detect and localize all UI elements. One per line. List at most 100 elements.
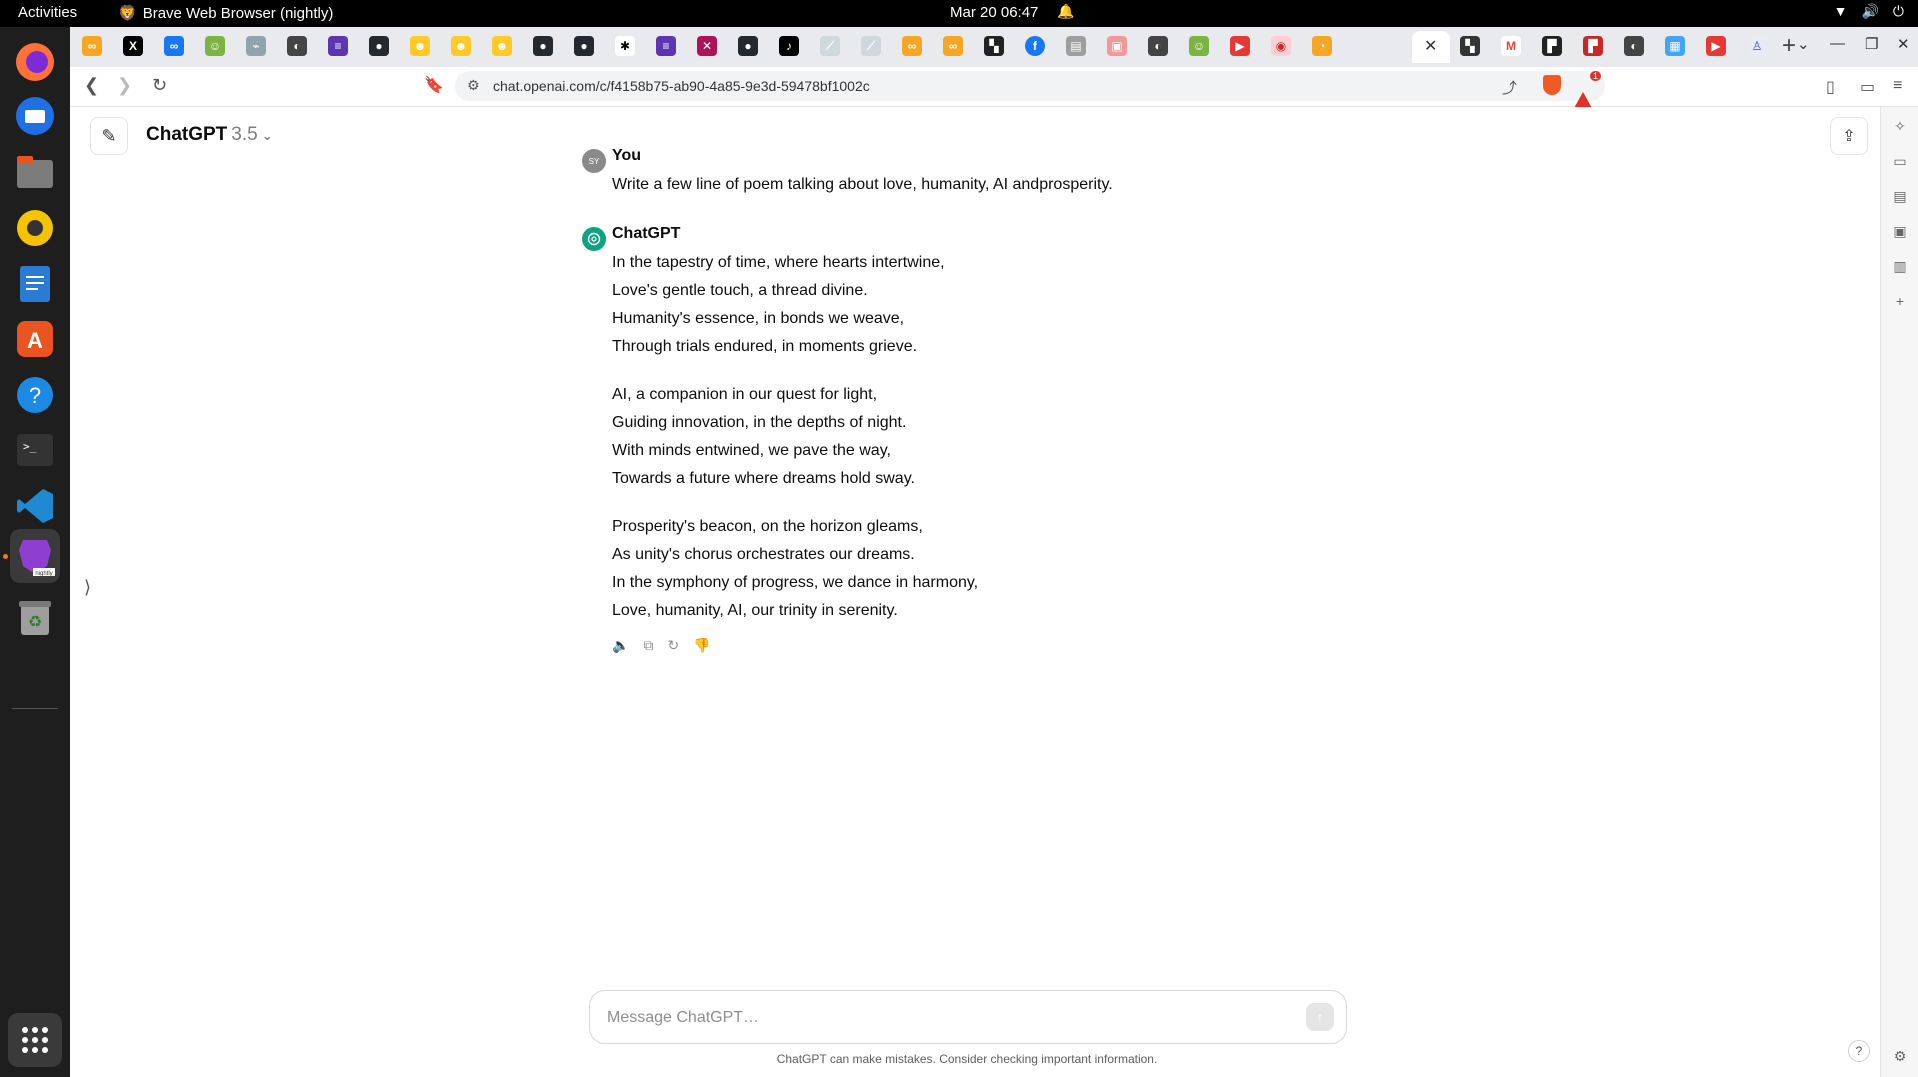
tab-x-icon[interactable]: X	[123, 36, 143, 56]
share-chat-button[interactable]: ⇪	[1830, 117, 1868, 155]
tab-facebook-icon[interactable]: f	[1025, 36, 1045, 56]
tab-meta-icon[interactable]: ∞	[164, 36, 184, 56]
brave-rewards-icon[interactable]: 1	[1573, 71, 1601, 110]
tab-favicon-icon[interactable]: ≡	[328, 36, 348, 56]
trash-icon[interactable]: ♻	[10, 592, 60, 642]
share-icon[interactable]: ⤴	[1502, 77, 1517, 98]
tab-favicon-icon[interactable]: ◉	[1271, 36, 1291, 56]
poem-line: Humanity's essence, in bonds we weave,	[612, 310, 905, 327]
tab-favicon-icon[interactable]: ⟋	[861, 36, 881, 56]
tab-favicon-icon[interactable]: ▦	[1665, 36, 1685, 56]
firefox-icon[interactable]	[10, 37, 60, 87]
reading-list-icon[interactable]: ▥	[1891, 257, 1909, 275]
help-button[interactable]: ?	[1848, 1040, 1870, 1062]
thunderbird-icon[interactable]	[10, 91, 60, 141]
tab-favicon-icon[interactable]: ✱	[615, 36, 635, 56]
settings-gear-icon[interactable]: ⚙	[1891, 1047, 1909, 1065]
activities-button[interactable]: Activities	[18, 4, 77, 21]
tab-github-icon[interactable]: ●	[574, 36, 594, 56]
sidebar-toggle-icon[interactable]: ▯	[1826, 77, 1835, 97]
tab-favicon-icon[interactable]: ♙	[1747, 36, 1767, 56]
tab-favicon-icon[interactable]: ∞	[943, 36, 963, 56]
brave-shields-icon[interactable]	[1543, 75, 1561, 95]
read-aloud-icon[interactable]: 🔈	[612, 637, 629, 654]
tab-youtube-icon[interactable]: ▶	[1230, 36, 1250, 56]
tab-favicon-icon[interactable]: ✕	[697, 36, 717, 56]
regenerate-icon[interactable]: ↻	[667, 637, 679, 654]
tab-tiktok-icon[interactable]: ♪	[779, 36, 799, 56]
tab-github-icon[interactable]: ●	[533, 36, 553, 56]
new-chat-button[interactable]: ✎	[90, 117, 128, 155]
tab-github-icon[interactable]: ●	[369, 36, 389, 56]
forward-icon[interactable]: ❯	[117, 75, 132, 96]
app-center-icon[interactable]: A	[10, 314, 60, 364]
terminal-icon[interactable]: >_	[10, 425, 60, 475]
minimize-icon[interactable]: —	[1830, 35, 1845, 52]
new-tab-icon[interactable]: +	[1782, 32, 1796, 60]
tab-youtube-icon[interactable]: ▶	[1706, 36, 1726, 56]
tab-favicon-icon[interactable]: ∞	[902, 36, 922, 56]
clock[interactable]: Mar 20 06:47	[950, 4, 1038, 21]
open-sidebar-icon[interactable]: ⟩	[84, 577, 91, 598]
menu-icon[interactable]: ≡	[1893, 77, 1902, 95]
tab-favicon-icon[interactable]: ☺	[205, 36, 225, 56]
copy-icon[interactable]: ⧉	[643, 637, 653, 654]
back-icon[interactable]: ❮	[84, 75, 99, 96]
tab-favicon-icon[interactable]: ▤	[1066, 36, 1086, 56]
tab-favicon-icon[interactable]: ▚	[1460, 36, 1480, 56]
notification-bell-icon[interactable]: 🔔	[1057, 3, 1074, 20]
tab-favicon-icon[interactable]: ◔	[1312, 36, 1332, 56]
restore-icon[interactable]: ❐	[1865, 35, 1878, 53]
tab-gmail-icon[interactable]: M	[1501, 36, 1521, 56]
thumbs-down-icon[interactable]: 👎	[693, 637, 710, 654]
tab-huggingface-icon[interactable]: ☻	[451, 36, 471, 56]
help-icon[interactable]: ?	[10, 370, 60, 420]
add-sidebar-item-icon[interactable]: +	[1891, 292, 1909, 310]
files-icon[interactable]	[10, 147, 60, 197]
tab-list-chevron-icon[interactable]: ⌄	[1797, 35, 1810, 53]
close-tab-icon[interactable]: ✕	[1424, 36, 1437, 56]
wallet-icon[interactable]: ▭	[1891, 152, 1909, 170]
tab-favicon-icon[interactable]: ☺	[1189, 36, 1209, 56]
tab-favicon-icon[interactable]: ▛	[1542, 36, 1562, 56]
wallet-icon[interactable]: ▭	[1860, 77, 1875, 97]
tab-favicon-icon[interactable]: ▣	[1107, 36, 1127, 56]
browser-sidebar: ✧ ▭ ▤ ▣ ▥ + ⚙	[1880, 107, 1918, 1077]
tab-favicon-icon[interactable]: ⟋	[820, 36, 840, 56]
app-menu[interactable]: 🦁 Brave Web Browser (nightly)	[118, 4, 333, 23]
tab-favicon-icon[interactable]: ∞	[82, 36, 102, 56]
tab-globe-icon[interactable]: ◐	[1624, 36, 1644, 56]
site-info-icon[interactable]: ⚙	[467, 77, 480, 94]
tab-favicon-icon[interactable]: ⌁	[246, 36, 266, 56]
svg-text:?: ?	[29, 383, 41, 408]
tab-favicon-icon[interactable]: ▚	[984, 36, 1004, 56]
address-bar[interactable]: ⚙ chat.openai.com/c/f4158b75-ab90-4a85-9…	[455, 71, 1605, 110]
bookmarks-icon[interactable]: ▤	[1891, 187, 1909, 205]
poem-line: Towards a future where dreams hold sway.	[612, 470, 915, 487]
bookmark-icon[interactable]: 🔖	[424, 75, 444, 95]
send-button[interactable]: ↑	[1306, 1003, 1334, 1031]
tab-favicon-icon[interactable]: ▛	[1583, 36, 1603, 56]
tab-globe-icon[interactable]: ◐	[1148, 36, 1168, 56]
model-selector[interactable]: ChatGPT 3.5 ⌄	[146, 124, 273, 146]
playlist-icon[interactable]: ▣	[1891, 222, 1909, 240]
system-tray[interactable]: ▼ 🔊 ⏻	[1834, 3, 1904, 20]
rhythmbox-icon[interactable]	[10, 203, 60, 253]
vscode-icon[interactable]	[10, 481, 60, 531]
tab-huggingface-icon[interactable]: ☻	[410, 36, 430, 56]
message-input[interactable]	[605, 1005, 1269, 1031]
show-apps-icon[interactable]	[8, 1013, 62, 1067]
leo-ai-icon[interactable]: ✧	[1891, 117, 1909, 135]
close-window-icon[interactable]: ✕	[1897, 35, 1910, 53]
tab-globe-icon[interactable]: ◐	[287, 36, 307, 56]
volume-icon: 🔊	[1861, 3, 1879, 19]
svg-text:>_: >_	[23, 440, 37, 453]
tab-favicon-icon[interactable]: ≡	[656, 36, 676, 56]
url-text[interactable]: chat.openai.com/c/f4158b75-ab90-4a85-9e3…	[493, 78, 870, 94]
tab-github-icon[interactable]: ●	[738, 36, 758, 56]
message-text: Write a few line of poem talking about l…	[612, 176, 1113, 193]
writer-icon[interactable]	[10, 259, 60, 309]
tab-huggingface-icon[interactable]: ☻	[492, 36, 512, 56]
brave-nightly-icon[interactable]: nightly	[10, 529, 60, 583]
reload-icon[interactable]: ↻	[152, 75, 167, 96]
